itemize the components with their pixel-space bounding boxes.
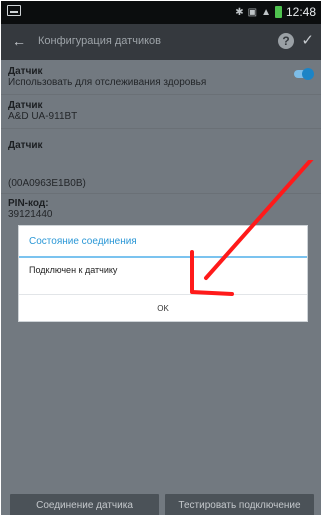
connection-status-dialog: Состояние соединения Подключен к датчику… xyxy=(18,225,308,322)
health-tracking-toggle[interactable] xyxy=(294,68,314,80)
dialog-message: Подключен к датчику xyxy=(29,265,118,275)
bottom-buttons: Соединение датчика Тестировать подключен… xyxy=(10,494,314,516)
page-title: Конфигурация датчиков xyxy=(38,35,161,47)
signal-icon: ▲ xyxy=(261,6,271,18)
health-tracking-row[interactable]: Датчик Использовать для отслеживания здо… xyxy=(8,66,206,88)
sensor-id-row: (00A0963E1B0B) xyxy=(8,178,86,189)
status-bar: ✱ ▣ ▲ 12:48 xyxy=(0,0,322,24)
check-icon[interactable]: ✓ xyxy=(301,31,314,49)
ok-button[interactable]: OK xyxy=(19,295,307,323)
status-time: 12:48 xyxy=(285,5,316,19)
sensor-id-label-row: Датчик xyxy=(8,140,43,151)
pair-sensor-button[interactable]: Соединение датчика xyxy=(10,494,159,516)
test-connection-button[interactable]: Тестировать подключение xyxy=(165,494,314,516)
nfc-icon: ▣ xyxy=(247,6,258,18)
action-bar: ← Конфигурация датчиков ? ✓ xyxy=(0,24,322,60)
bluetooth-icon: ✱ xyxy=(235,6,244,18)
sensor-model-row: Датчик A&D UA-911BT xyxy=(8,100,77,122)
divider xyxy=(0,193,322,194)
pin-value: 39121440 xyxy=(8,209,53,220)
screenshot-icon xyxy=(7,5,21,16)
battery-icon xyxy=(274,6,282,18)
back-arrow-icon[interactable]: ← xyxy=(12,33,26,49)
pin-row: PIN-код: 39121440 xyxy=(8,198,53,220)
divider xyxy=(0,128,322,129)
health-tracking-label: Датчик xyxy=(8,66,43,77)
dialog-title: Состояние соединения xyxy=(19,226,307,258)
divider xyxy=(0,94,322,95)
sensor-id-label: Датчик xyxy=(8,140,43,151)
help-icon[interactable]: ? xyxy=(278,33,294,49)
status-icons: ✱ ▣ ▲ 12:48 xyxy=(235,5,316,19)
sensor-model-value: A&D UA-911BT xyxy=(8,111,78,122)
sensor-id-value: (00A0963E1B0B) xyxy=(8,178,86,189)
pin-label: PIN-код: xyxy=(8,198,49,209)
health-tracking-value: Использовать для отслеживания здоровья xyxy=(8,77,207,88)
sensor-model-label: Датчик xyxy=(8,100,43,111)
